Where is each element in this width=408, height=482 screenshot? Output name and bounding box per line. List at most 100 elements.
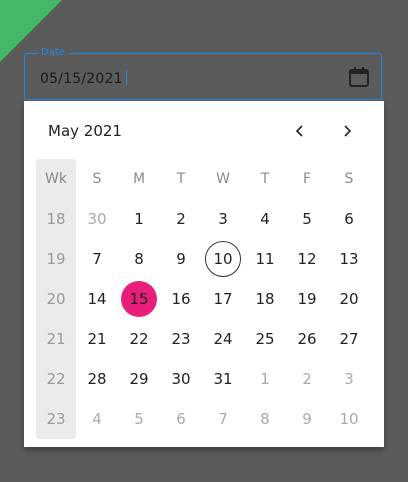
day-number: 8 [134, 250, 144, 268]
chevron-left-icon [295, 125, 303, 137]
date-input-value[interactable]: 05/15/2021 [40, 70, 127, 87]
day-number: 13 [339, 250, 359, 268]
day-cell[interactable]: 21 [76, 319, 118, 359]
day-header: T [260, 171, 270, 187]
day-cell[interactable]: 22 [118, 319, 160, 359]
calendar-grid: Wk S M T W T F S 18 30 1 2 3 4 5 6 19 7 8 9 10 11 12 13 20 14 15 16… [36, 159, 372, 439]
day-cell[interactable]: 9 [160, 239, 202, 279]
day-cell[interactable]: 4 [244, 199, 286, 239]
day-header: M [132, 171, 146, 187]
day-cell[interactable]: 19 [286, 279, 328, 319]
day-cell[interactable]: 8 [244, 399, 286, 439]
day-number: 23 [171, 330, 191, 348]
day-cell[interactable]: 5 [286, 199, 328, 239]
day-cell[interactable]: 3 [202, 199, 244, 239]
day-number: 14 [87, 290, 107, 308]
day-number: 5 [302, 210, 312, 228]
day-number: 11 [255, 250, 275, 268]
day-number: 25 [255, 330, 275, 348]
day-cell[interactable]: 20 [328, 279, 370, 319]
week-number: 19 [46, 250, 66, 268]
date-field[interactable]: Date 05/15/2021 [24, 47, 382, 100]
day-number: 20 [339, 290, 359, 308]
day-cell[interactable]: 10 [202, 239, 244, 279]
day-number: 22 [129, 330, 149, 348]
day-cell[interactable]: 1 [244, 359, 286, 399]
day-cell[interactable]: 6 [160, 399, 202, 439]
today-day: 10 [205, 241, 241, 277]
day-cell[interactable]: 23 [160, 319, 202, 359]
day-cell[interactable]: 2 [286, 359, 328, 399]
calendar-icon[interactable] [348, 66, 370, 88]
day-cell[interactable]: 16 [160, 279, 202, 319]
day-cell[interactable]: 29 [118, 359, 160, 399]
day-number: 6 [344, 210, 354, 228]
day-cell[interactable]: 8 [118, 239, 160, 279]
day-header: F [302, 171, 312, 187]
day-cell[interactable]: 28 [76, 359, 118, 399]
day-number: 26 [297, 330, 317, 348]
day-number: 5 [134, 410, 144, 428]
date-field-label: Date [37, 47, 69, 59]
day-number: 18 [255, 290, 275, 308]
day-number: 16 [171, 290, 191, 308]
day-header: T [176, 171, 186, 187]
month-title: May 2021 [48, 122, 122, 140]
day-number: 28 [87, 370, 107, 388]
week-number: 23 [46, 410, 66, 428]
day-cell[interactable]: 4 [76, 399, 118, 439]
day-header: S [344, 171, 354, 187]
day-number: 3 [344, 370, 354, 388]
day-cell[interactable]: 26 [286, 319, 328, 359]
day-number: 1 [260, 370, 270, 388]
day-cell[interactable]: 6 [328, 199, 370, 239]
day-cell[interactable]: 24 [202, 319, 244, 359]
day-number: 9 [176, 250, 186, 268]
date-value-text: 05/15/2021 [40, 71, 123, 87]
day-cell[interactable]: 18 [244, 279, 286, 319]
day-number: 3 [218, 210, 228, 228]
day-cell[interactable]: 30 [160, 359, 202, 399]
day-header: S [92, 171, 102, 187]
day-cell[interactable]: 10 [328, 399, 370, 439]
calendar-popup: May 2021 Wk S M T W T F S 18 30 1 2 3 4 5 6 19 7 8 9 10 11 12 1… [24, 101, 384, 447]
day-cell[interactable]: 31 [202, 359, 244, 399]
day-cell[interactable]: 30 [76, 199, 118, 239]
day-number: 7 [92, 250, 102, 268]
day-cell[interactable]: 15 [118, 279, 160, 319]
day-number: 27 [339, 330, 359, 348]
day-number: 24 [213, 330, 233, 348]
day-cell[interactable]: 9 [286, 399, 328, 439]
day-cell[interactable]: 2 [160, 199, 202, 239]
selected-day: 15 [121, 281, 157, 317]
day-cell[interactable]: 11 [244, 239, 286, 279]
day-number: 12 [297, 250, 317, 268]
text-caret [125, 70, 127, 85]
day-number: 1 [134, 210, 144, 228]
day-number: 31 [213, 370, 233, 388]
day-number: 17 [213, 290, 233, 308]
day-cell[interactable]: 7 [202, 399, 244, 439]
day-cell[interactable]: 7 [76, 239, 118, 279]
day-cell[interactable]: 13 [328, 239, 370, 279]
week-header: Wk [45, 171, 67, 187]
day-cell[interactable]: 12 [286, 239, 328, 279]
week-number: 22 [46, 370, 66, 388]
next-month-button[interactable] [335, 119, 359, 143]
prev-month-button[interactable] [288, 119, 312, 143]
day-cell[interactable]: 1 [118, 199, 160, 239]
day-cell[interactable]: 27 [328, 319, 370, 359]
week-number: 20 [46, 290, 66, 308]
day-number: 30 [171, 370, 191, 388]
day-cell[interactable]: 3 [328, 359, 370, 399]
day-number: 4 [92, 410, 102, 428]
week-number: 21 [46, 330, 66, 348]
day-cell[interactable]: 17 [202, 279, 244, 319]
day-number: 30 [87, 210, 107, 228]
day-number: 19 [297, 290, 317, 308]
day-cell[interactable]: 25 [244, 319, 286, 359]
day-number: 7 [218, 410, 228, 428]
day-cell[interactable]: 5 [118, 399, 160, 439]
day-number: 6 [176, 410, 186, 428]
day-cell[interactable]: 14 [76, 279, 118, 319]
